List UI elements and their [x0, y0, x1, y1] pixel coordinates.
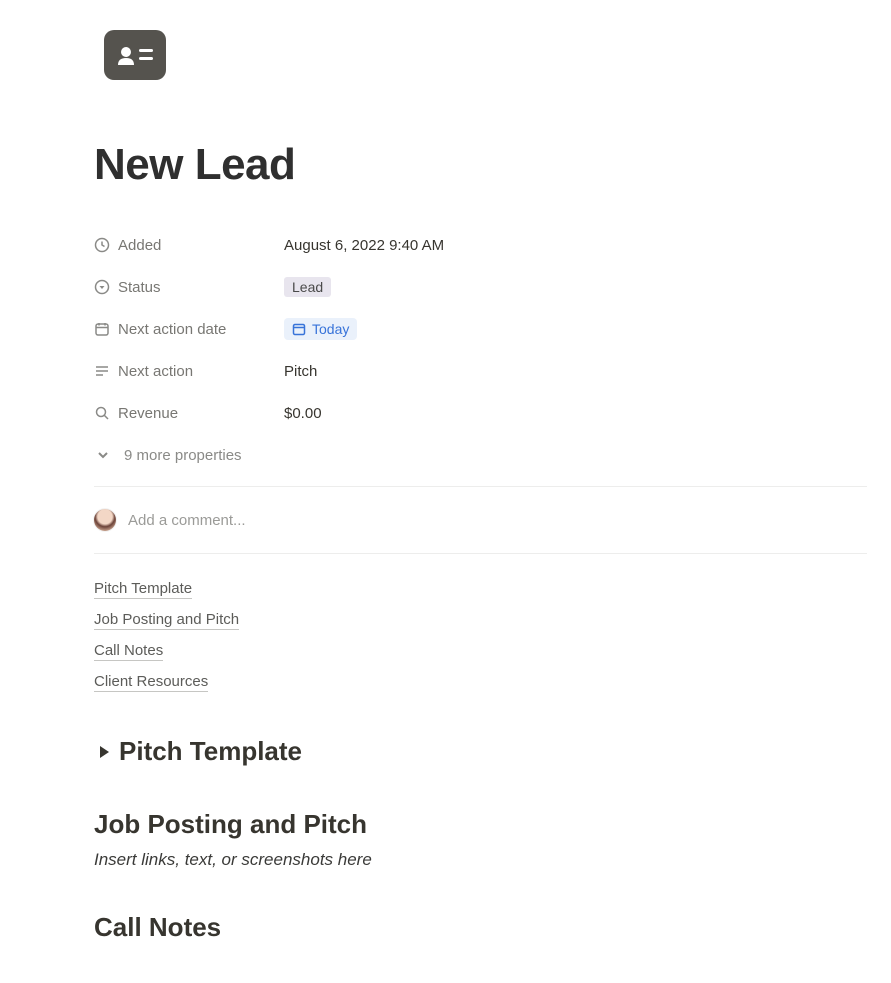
search-icon — [94, 405, 110, 421]
property-label-text: Added — [118, 237, 161, 254]
date-pill-text: Today — [312, 321, 349, 337]
property-next-action[interactable]: Next action Pitch — [94, 350, 867, 392]
text-lines-icon — [94, 363, 110, 379]
clock-icon — [94, 237, 110, 253]
job-posting-hint[interactable]: Insert links, text, or screenshots here — [94, 850, 867, 870]
heading-pitch-template[interactable]: Pitch Template — [119, 736, 302, 767]
status-tag: Lead — [284, 277, 331, 297]
comment-row[interactable]: Add a comment... — [94, 487, 867, 554]
property-value[interactable]: Today — [284, 318, 357, 340]
toggle-pitch-template[interactable]: Pitch Template — [94, 736, 867, 767]
avatar — [94, 509, 116, 531]
more-properties-label: 9 more properties — [124, 447, 242, 464]
property-value[interactable]: August 6, 2022 9:40 AM — [284, 237, 444, 254]
triangle-down-icon — [94, 279, 110, 295]
property-next-action-date[interactable]: Next action date Today — [94, 308, 867, 350]
more-properties-toggle[interactable]: 9 more properties — [96, 434, 867, 476]
page-title[interactable]: New Lead — [94, 140, 867, 190]
chevron-down-icon — [96, 448, 110, 462]
property-revenue[interactable]: Revenue $0.00 — [94, 392, 867, 434]
property-label-text: Revenue — [118, 405, 178, 422]
property-value[interactable]: $0.00 — [284, 405, 322, 422]
property-label: Revenue — [94, 405, 284, 422]
toc-link-pitch-template[interactable]: Pitch Template — [94, 580, 192, 599]
page-icon[interactable] — [104, 30, 166, 80]
calendar-icon — [292, 322, 306, 336]
caret-right-icon[interactable] — [100, 746, 109, 758]
heading-call-notes[interactable]: Call Notes — [94, 912, 867, 943]
property-value[interactable]: Pitch — [284, 363, 317, 380]
property-label: Status — [94, 279, 284, 296]
property-status[interactable]: Status Lead — [94, 266, 867, 308]
property-label: Added — [94, 237, 284, 254]
heading-job-posting[interactable]: Job Posting and Pitch — [94, 809, 867, 840]
toc-list: Pitch Template Job Posting and Pitch Cal… — [94, 580, 867, 692]
toc-link-job-posting[interactable]: Job Posting and Pitch — [94, 611, 239, 630]
property-label: Next action — [94, 363, 284, 380]
date-pill: Today — [284, 318, 357, 340]
comment-placeholder: Add a comment... — [128, 512, 246, 529]
property-added[interactable]: Added August 6, 2022 9:40 AM — [94, 224, 867, 266]
property-label-text: Next action date — [118, 321, 226, 338]
toc-link-call-notes[interactable]: Call Notes — [94, 642, 163, 661]
properties-list: Added August 6, 2022 9:40 AM Status Lead… — [94, 224, 867, 476]
calendar-icon — [94, 321, 110, 337]
property-value[interactable]: Lead — [284, 279, 331, 296]
property-label: Next action date — [94, 321, 284, 338]
property-label-text: Next action — [118, 363, 193, 380]
id-card-icon — [114, 41, 156, 69]
toc-link-client-resources[interactable]: Client Resources — [94, 673, 208, 692]
property-label-text: Status — [118, 279, 161, 296]
